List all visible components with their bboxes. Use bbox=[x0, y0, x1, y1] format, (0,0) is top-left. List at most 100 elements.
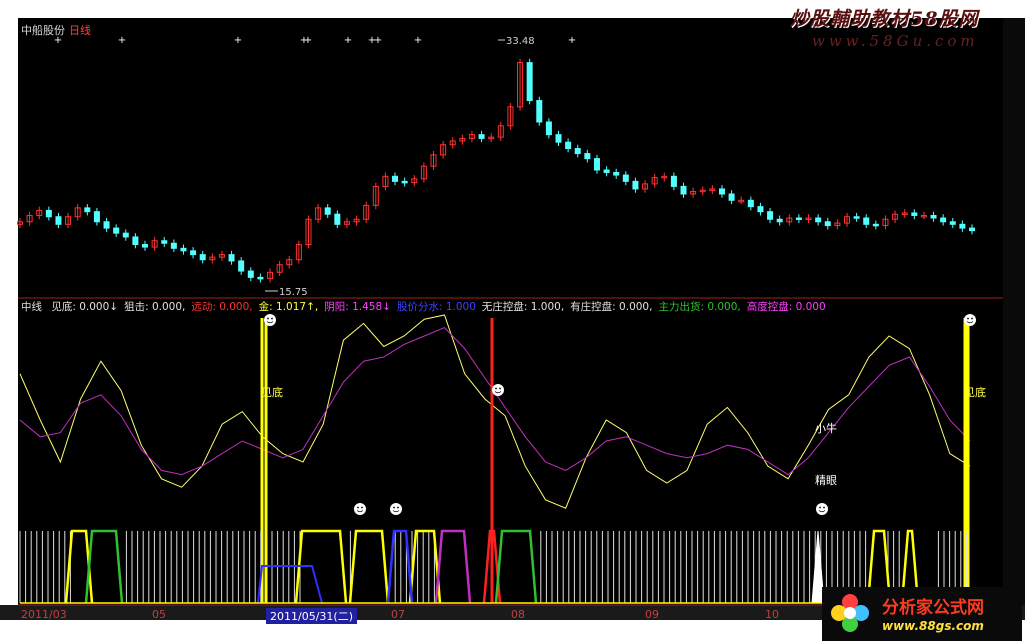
candle-body bbox=[824, 221, 831, 227]
indicator-item: 远动: 0.000, bbox=[191, 301, 253, 313]
smiley-icon bbox=[397, 506, 399, 509]
watermark-title: 炒股輔助教材58股网 bbox=[790, 8, 979, 30]
candle-body bbox=[401, 180, 408, 184]
logo-site: www.88gs.com bbox=[882, 619, 984, 633]
indicator-item: 狙击: 0.000, bbox=[124, 301, 186, 313]
indicator-item: 高度控盘: 0.000 bbox=[746, 301, 826, 313]
candle-body bbox=[334, 213, 341, 225]
candle-body bbox=[190, 250, 197, 256]
candle-body bbox=[603, 169, 610, 174]
candle-body bbox=[853, 216, 860, 219]
signal-label-jiandi-2: 见底 bbox=[964, 386, 986, 399]
x-tick-label: 10 bbox=[765, 608, 779, 621]
smiley-icon bbox=[492, 384, 504, 396]
candle-body bbox=[613, 172, 620, 176]
indicator-legend: 中线 见底: 0.000↓ 狙击: 0.000, 远动: 0.000, 金: 1.01… bbox=[21, 299, 832, 314]
chart-canvas[interactable]: + + + ++ + ++ + + bbox=[0, 0, 1025, 643]
smiley-icon bbox=[357, 506, 359, 509]
price-marker: + bbox=[344, 35, 352, 46]
candle-body bbox=[757, 206, 764, 213]
price-marker: + bbox=[374, 35, 382, 46]
candle-body bbox=[84, 207, 91, 213]
indicator-item: 无庄控盘: 1.000, bbox=[481, 301, 565, 313]
x-tick-label: 05 bbox=[152, 608, 166, 621]
chart-frame: + + + + + + + + + + 炒股輔助教材58股网 www.58Gu.com 中船股份日… bbox=[0, 0, 1025, 643]
candle-body bbox=[161, 240, 168, 244]
x-tick-label: 07 bbox=[391, 608, 405, 621]
signal-label-jingyan: 精眼 bbox=[815, 474, 837, 487]
candle-body bbox=[863, 217, 870, 225]
candle-body bbox=[238, 260, 245, 272]
candle-body bbox=[718, 188, 725, 195]
smiley-icon bbox=[967, 317, 969, 320]
candle-body bbox=[45, 209, 52, 218]
candle-body bbox=[55, 216, 62, 225]
x-tick-label: 08 bbox=[511, 608, 525, 621]
candle-body bbox=[959, 223, 966, 229]
indicator-item: 金: 1.017↑, bbox=[258, 301, 319, 313]
candle-body bbox=[392, 175, 399, 182]
price-marker: + bbox=[568, 35, 576, 46]
flower-logo-icon bbox=[831, 594, 869, 632]
candle-body bbox=[324, 207, 331, 215]
candle-body bbox=[122, 232, 129, 238]
indicator-item: 阴阳: 1.458↓ bbox=[324, 301, 391, 313]
candle-body bbox=[199, 254, 206, 261]
candle-body bbox=[113, 227, 120, 234]
stock-name: 中船股份 bbox=[21, 24, 65, 37]
candle-body bbox=[728, 193, 735, 201]
candle-body bbox=[670, 175, 677, 187]
indicator-item: 股价分水: 1.000 bbox=[396, 301, 476, 313]
smiley-icon bbox=[390, 503, 402, 515]
candle-body bbox=[526, 62, 533, 102]
smiley-icon bbox=[819, 506, 821, 509]
candle-body bbox=[930, 214, 937, 219]
smiley-icon bbox=[823, 506, 825, 509]
smiley-icon bbox=[816, 503, 828, 515]
price-marker: + bbox=[414, 35, 422, 46]
price-marker: + bbox=[234, 35, 242, 46]
candle-body bbox=[872, 223, 879, 227]
smiley-icon bbox=[264, 314, 276, 326]
candle-body bbox=[247, 270, 254, 278]
candle-body bbox=[949, 221, 956, 225]
candle-body bbox=[132, 236, 139, 246]
signal-label-xiaoniu: 小牛 bbox=[815, 422, 837, 435]
candle-body bbox=[574, 148, 581, 155]
candle-body bbox=[622, 174, 629, 182]
candle-body bbox=[776, 218, 783, 223]
x-tick-label: 2011/03 bbox=[21, 608, 67, 621]
candle-body bbox=[940, 217, 947, 223]
candle-body bbox=[815, 217, 822, 223]
indicator-item: 见底: 0.000↓ bbox=[51, 301, 119, 313]
smiley-icon bbox=[495, 387, 497, 390]
candle-body bbox=[565, 141, 572, 150]
candle-body bbox=[257, 276, 264, 280]
price-low-label: 15.75 bbox=[279, 287, 308, 298]
candle-body bbox=[536, 100, 543, 123]
smiley-icon bbox=[271, 317, 273, 320]
candle-body bbox=[969, 227, 975, 232]
smiley-icon bbox=[361, 506, 363, 509]
signal-label-jiandi-1: 见底 bbox=[261, 386, 283, 399]
stock-period: 日线 bbox=[69, 24, 91, 37]
logo-name: 分析家公式网 bbox=[882, 598, 984, 618]
candle-body bbox=[747, 199, 754, 208]
indicator-name: 中线 bbox=[21, 301, 42, 313]
smiley-icon bbox=[971, 317, 973, 320]
price-marker: + bbox=[118, 35, 126, 46]
candle-body bbox=[93, 211, 100, 223]
candle-body bbox=[767, 211, 774, 220]
candle-body bbox=[555, 134, 562, 143]
candle-body bbox=[180, 247, 187, 252]
candle-body bbox=[795, 217, 802, 220]
smiley-icon bbox=[499, 387, 501, 390]
x-tick-label: 09 bbox=[645, 608, 659, 621]
site-logo: 分析家公式网 www.88gs.com bbox=[822, 587, 1022, 641]
smiley-icon bbox=[354, 503, 366, 515]
indicator-item: 主力出货: 0.000, bbox=[658, 301, 741, 313]
smiley-icon bbox=[267, 317, 269, 320]
candle-body bbox=[142, 244, 149, 248]
smiley-icon bbox=[393, 506, 395, 509]
watermark-site: www.58Gu.com bbox=[812, 32, 979, 50]
